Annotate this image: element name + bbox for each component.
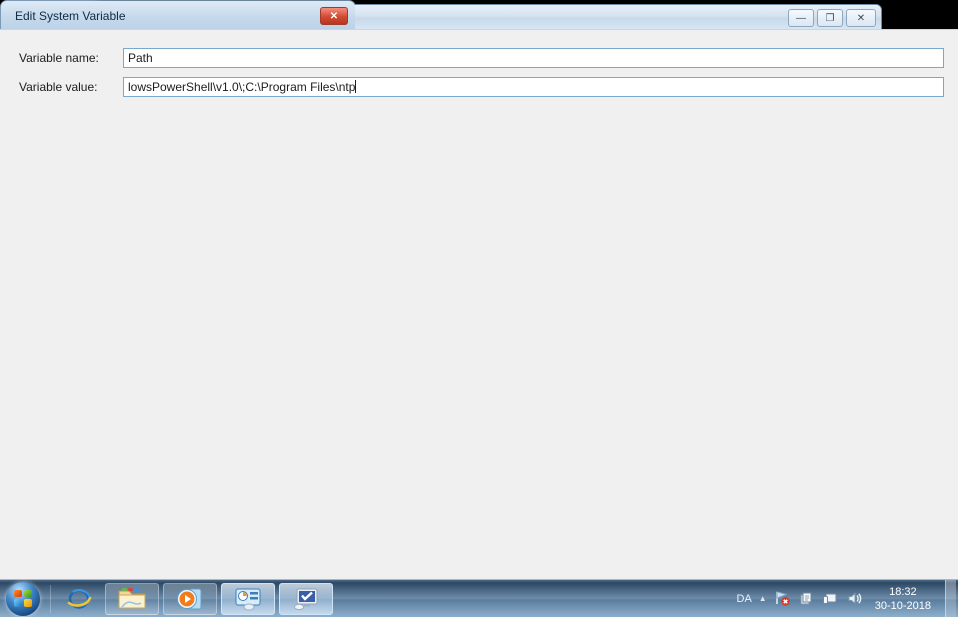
show-desktop-button[interactable]: [945, 579, 956, 617]
edit-system-variable-body: Variable name: Path Variable value: lows…: [0, 29, 958, 617]
volume-icon[interactable]: [846, 590, 863, 607]
taskbar-item-media-player[interactable]: [163, 582, 217, 615]
variable-value-input[interactable]: lowsPowerShell\v1.0\;C:\Program Files\nt…: [123, 77, 944, 97]
control-panel-icon: [235, 588, 261, 610]
internet-explorer-icon: [67, 588, 92, 609]
close-button[interactable]: ✕: [846, 9, 876, 27]
edit-system-variable-title: Edit System Variable: [15, 8, 126, 23]
close-icon[interactable]: ✕: [320, 7, 348, 25]
taskbar-item-control-panel[interactable]: [221, 582, 275, 615]
maximize-button[interactable]: ❐: [817, 9, 843, 27]
taskbar-item-internet-explorer[interactable]: [57, 583, 101, 615]
variable-value-label: Variable value:: [19, 80, 98, 94]
show-hidden-icons-chevron-icon[interactable]: ▲: [759, 594, 767, 603]
edit-system-variable-dialog[interactable]: Edit System Variable ✕ Variable name: Pa…: [0, 0, 958, 617]
text-caret: [355, 80, 357, 93]
clock-date: 30-10-2018: [874, 599, 931, 612]
divider: [50, 584, 51, 613]
variable-name-row: Variable name: Path: [19, 48, 944, 68]
folder-icon: [118, 587, 146, 608]
desktop[interactable]: ♻ Recycle Bin — ❐ ✕ ◀ ▶ ▾ ✓ ▸ Control Pa…: [0, 0, 958, 617]
action-center-icon[interactable]: [798, 590, 815, 607]
clock-time: 18:32: [889, 585, 917, 598]
minimize-button[interactable]: —: [788, 9, 814, 27]
media-player-icon: [177, 588, 202, 609]
network-disconnected-icon[interactable]: [774, 590, 791, 607]
system-tray: DA ▲ 18:32 30-10-2018: [737, 579, 958, 617]
variable-name-label: Variable name:: [19, 51, 99, 65]
display-icon[interactable]: [822, 590, 839, 607]
window-buttons: — ❐ ✕: [788, 9, 876, 27]
start-button[interactable]: [2, 581, 46, 617]
taskbar-item-system-properties[interactable]: [279, 582, 333, 615]
taskbar[interactable]: DA ▲ 18:32 30-10-2018: [0, 579, 958, 617]
variable-value-row: Variable value: lowsPowerShell\v1.0\;C:\…: [19, 77, 944, 97]
system-monitor-icon: [294, 588, 318, 610]
taskbar-item-windows-explorer[interactable]: [105, 582, 159, 615]
windows-logo-icon: [14, 589, 32, 607]
variable-name-input[interactable]: Path: [123, 48, 944, 68]
language-indicator[interactable]: DA: [737, 593, 752, 605]
clock[interactable]: 18:32 30-10-2018: [870, 585, 938, 613]
variable-value-text: lowsPowerShell\v1.0\;C:\Program Files\nt…: [128, 80, 356, 94]
edit-system-variable-titlebar[interactable]: Edit System Variable ✕: [1, 1, 355, 30]
